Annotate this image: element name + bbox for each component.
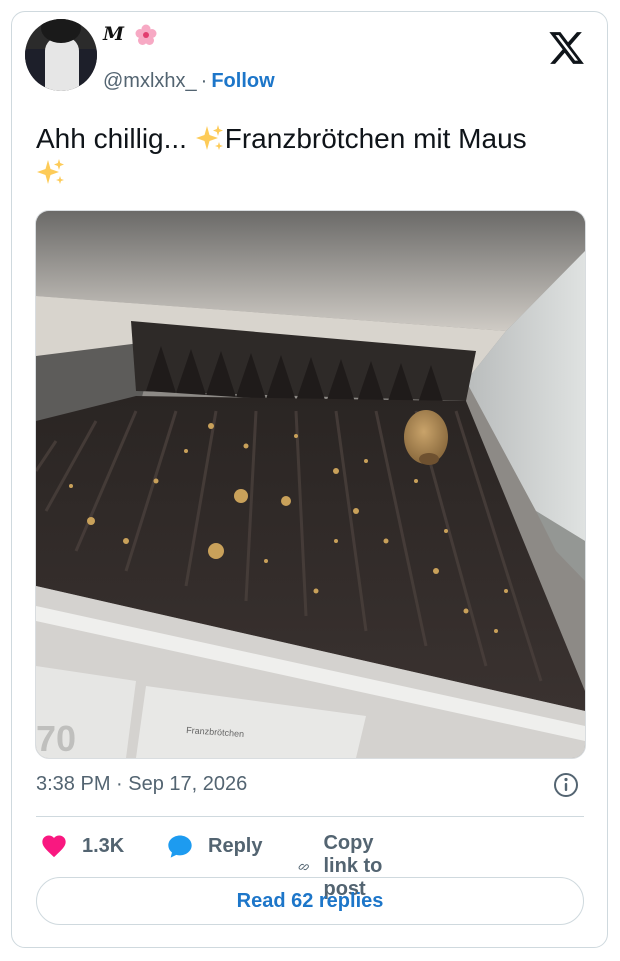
display-name[interactable]: M	[103, 23, 124, 45]
flower-emoji-icon	[135, 24, 157, 45]
sparkle-emoji-icon	[37, 159, 64, 184]
sparkle-emoji-icon	[195, 125, 223, 150]
speech-bubble-icon	[168, 835, 192, 858]
tweet-media-photo[interactable]: 70 Franzbrötchen	[35, 210, 586, 759]
follow-button[interactable]: Follow	[211, 70, 274, 92]
separator: ·	[200, 70, 208, 92]
tweet-text-part1: Ahh chillig...	[36, 123, 195, 154]
display-case-photo: 70 Franzbrötchen	[36, 211, 585, 758]
like-button[interactable]: 1.3K	[40, 832, 124, 860]
divider	[36, 816, 584, 817]
heart-icon	[42, 835, 66, 858]
tweet-text-part2: Franzbrötchen mit Maus	[224, 123, 527, 154]
avatar[interactable]	[25, 19, 97, 91]
handle-row: @mxlxhx_ · Follow	[103, 70, 275, 93]
reply-label: Reply	[208, 834, 263, 857]
sign-digits: 70	[36, 718, 76, 758]
reply-button[interactable]: Reply	[166, 832, 262, 860]
info-icon[interactable]	[553, 772, 579, 798]
x-logo-icon[interactable]	[547, 29, 585, 67]
user-handle[interactable]: @mxlxhx_	[103, 70, 197, 92]
read-replies-label: Read 62 replies	[236, 889, 384, 912]
read-replies-button[interactable]: Read 62 replies	[36, 877, 584, 925]
tweet-text: Ahh chillig... Franzbrötchen mit Maus	[36, 122, 581, 190]
like-count: 1.3K	[82, 834, 125, 857]
timestamp[interactable]: 3:38 PM · Sep 17, 2026	[36, 773, 247, 796]
